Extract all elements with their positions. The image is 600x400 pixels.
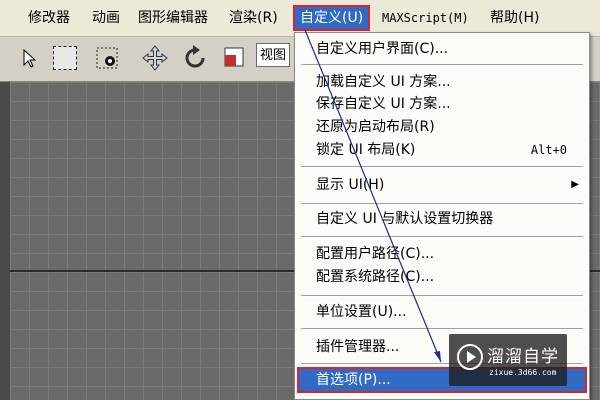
menu-rendering[interactable]: 渲染(R) <box>229 7 278 29</box>
play-logo-icon <box>457 344 483 370</box>
select-region-icon[interactable] <box>50 43 80 73</box>
menu-graph-editors[interactable]: 图形编辑器 <box>138 7 208 29</box>
menu-item-show-ui[interactable]: 显示 UI(H) ▶ <box>295 174 589 196</box>
menu-separator <box>301 295 583 297</box>
menu-animation[interactable]: 动画 <box>92 7 120 29</box>
submenu-arrow-icon: ▶ <box>571 179 579 190</box>
menu-separator <box>301 328 583 330</box>
menu-item-configure-system-paths[interactable]: 配置系统路径(C)... <box>295 266 589 288</box>
move-icon[interactable] <box>140 43 170 73</box>
menu-help[interactable]: 帮助(H) <box>490 7 539 29</box>
menu-item-shortcut: Alt+0 <box>530 143 567 157</box>
menu-item-ui-defaults-switcher[interactable]: 自定义 UI 与默认设置切换器 <box>295 208 589 230</box>
window-crossing-icon[interactable] <box>92 43 122 73</box>
watermark-title: 溜溜自学 <box>487 347 559 367</box>
menu-separator <box>301 166 583 168</box>
menu-item-lock-ui-layout[interactable]: 锁定 UI 布局(K) Alt+0 <box>295 139 589 161</box>
menu-item-units-setup[interactable]: 单位设置(U)... <box>295 301 589 323</box>
menu-modifiers[interactable]: 修改器 <box>28 7 70 29</box>
rotate-icon[interactable] <box>180 43 210 73</box>
menu-item-save-ui-scheme[interactable]: 保存自定义 UI 方案... <box>295 93 589 115</box>
menu-item-label: 显示 UI(H) <box>316 177 385 193</box>
reference-coordinate-field[interactable]: 视图 <box>256 43 290 67</box>
menu-item-configure-user-paths[interactable]: 配置用户路径(C)... <box>295 243 589 265</box>
watermark: 溜溜自学 zixue.3d66.com <box>449 334 567 386</box>
menu-maxscript[interactable]: MAXScript(M) <box>382 7 469 29</box>
menu-item-revert-startup-layout[interactable]: 还原为启动布局(R) <box>295 116 589 138</box>
menu-customize[interactable]: 自定义(U) <box>292 5 371 31</box>
menu-separator <box>301 64 583 66</box>
scale-icon[interactable] <box>220 43 250 73</box>
watermark-url: zixue.3d66.com <box>489 368 557 377</box>
menu-item-load-ui-scheme[interactable]: 加载自定义 UI 方案... <box>295 71 589 93</box>
select-pointer-icon[interactable] <box>14 43 44 73</box>
menu-separator <box>301 203 583 205</box>
menu-item-label: 锁定 UI 布局(K) <box>316 142 416 158</box>
menu-separator <box>301 236 583 238</box>
menu-item-customize-ui[interactable]: 自定义用户界面(C)... <box>295 38 589 60</box>
viewport-border <box>0 82 10 400</box>
